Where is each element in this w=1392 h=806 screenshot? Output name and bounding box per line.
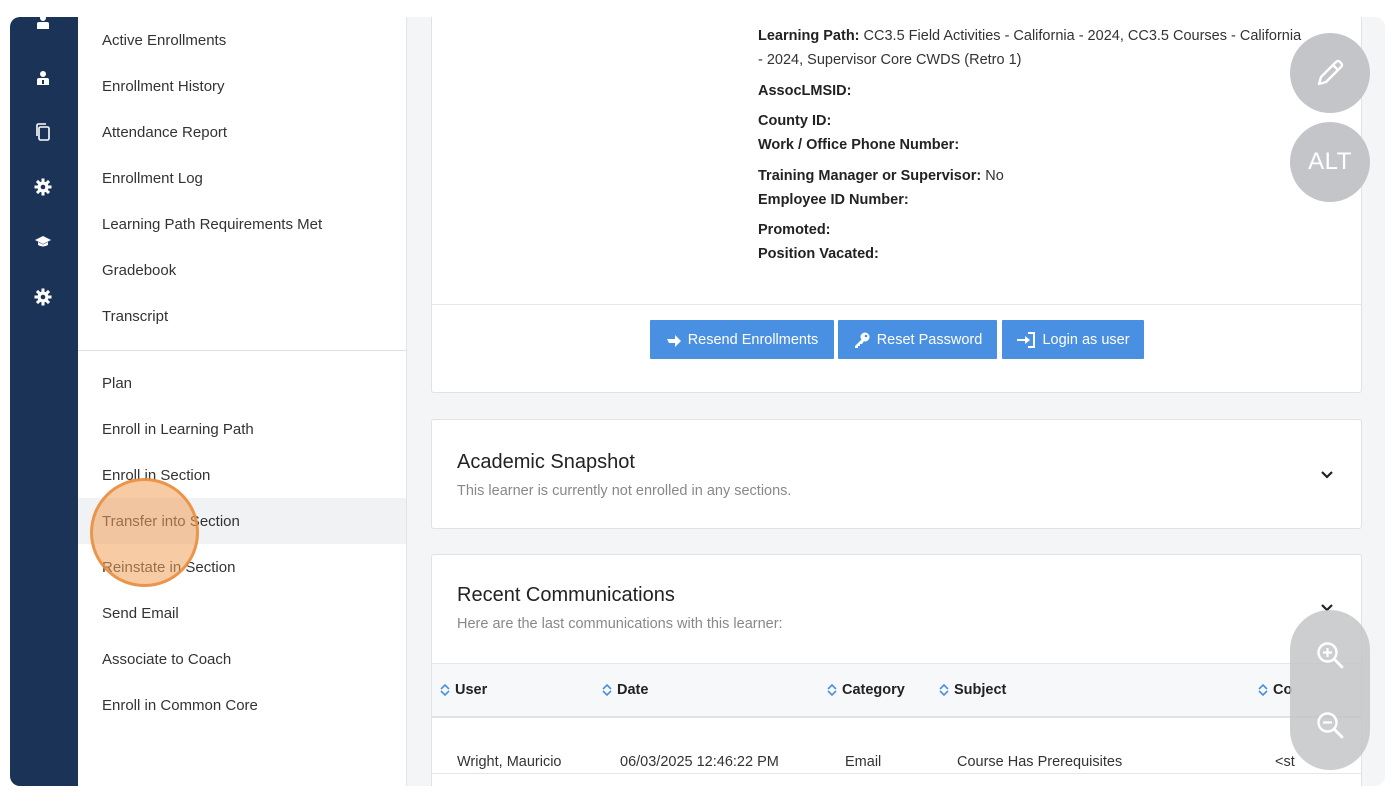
sign-in-icon xyxy=(1017,331,1036,348)
sort-icon xyxy=(827,683,837,697)
assoc-lms-id: AssocLMSID: xyxy=(758,83,852,99)
menu-item-enroll-common-core[interactable]: Enroll in Common Core xyxy=(78,682,406,728)
county-id: County ID: xyxy=(758,113,832,129)
cell-date: 06/03/2025 12:46:22 PM xyxy=(620,754,779,770)
menu-item-active-enrollments[interactable]: Active Enrollments xyxy=(78,17,406,63)
column-header-date[interactable]: Date xyxy=(601,681,648,699)
communications-subtitle: Here are the last communications with th… xyxy=(457,616,783,632)
learning-path-line: Learning Path: CC3.5 Field Activities - … xyxy=(758,28,1302,44)
zoom-in-button[interactable] xyxy=(1290,620,1370,690)
icon-rail xyxy=(10,17,78,786)
zoom-out-icon xyxy=(1317,712,1344,739)
academic-snapshot-card[interactable]: Academic Snapshot This learner is curren… xyxy=(431,419,1362,529)
snapshot-title: Academic Snapshot xyxy=(457,451,635,473)
cell-subject: Course Has Prerequisites xyxy=(957,754,1123,770)
zoom-in-icon xyxy=(1317,642,1344,669)
menu-item-enroll-section[interactable]: Enroll in Section xyxy=(78,452,406,498)
learner-profile-card: Learning Path: CC3.5 Field Activities - … xyxy=(431,17,1362,393)
training-manager: Training Manager or Supervisor: No xyxy=(758,168,1004,184)
menu-item-send-email[interactable]: Send Email xyxy=(78,590,406,636)
column-header-user[interactable]: User xyxy=(439,681,487,699)
menu-item-enroll-learning-path[interactable]: Enroll in Learning Path xyxy=(78,406,406,452)
cell-category: Email xyxy=(845,754,882,770)
menu-item-enrollment-history[interactable]: Enrollment History xyxy=(78,63,406,109)
zoom-controls xyxy=(1290,610,1370,770)
employee-id: Employee ID Number: xyxy=(758,192,909,208)
copy-icon[interactable] xyxy=(32,121,54,143)
edit-button[interactable] xyxy=(1290,33,1370,113)
sort-icon xyxy=(440,683,450,697)
sort-icon xyxy=(939,683,949,697)
graduation-cap-icon[interactable] xyxy=(32,231,54,253)
menu-item-learning-path-requirements[interactable]: Learning Path Requirements Met xyxy=(78,201,406,247)
column-header-category[interactable]: Category xyxy=(826,681,905,699)
sort-icon xyxy=(602,683,612,697)
alt-text-button[interactable]: ALT xyxy=(1290,122,1370,202)
menu-item-associate-coach[interactable]: Associate to Coach xyxy=(78,636,406,682)
zoom-out-button[interactable] xyxy=(1290,690,1370,760)
row-divider xyxy=(432,773,1361,774)
column-header-content[interactable]: Co xyxy=(1257,681,1292,699)
menu-item-plan[interactable]: Plan xyxy=(78,360,406,406)
menu-item-transfer-section[interactable]: Transfer into Section xyxy=(78,498,406,544)
pencil-icon xyxy=(1317,59,1344,86)
menu-item-transcript[interactable]: Transcript xyxy=(78,293,406,339)
menu-item-gradebook[interactable]: Gradebook xyxy=(78,247,406,293)
card-divider xyxy=(432,304,1361,305)
position-vacated: Position Vacated: xyxy=(758,246,879,262)
sort-icon xyxy=(1258,683,1268,697)
menu-item-enrollment-log[interactable]: Enrollment Log xyxy=(78,155,406,201)
recent-communications-card: Recent Communications Here are the last … xyxy=(431,554,1362,786)
menu-item-attendance-report[interactable]: Attendance Report xyxy=(78,109,406,155)
menu-item-reinstate-section[interactable]: Reinstate in Section xyxy=(78,544,406,590)
user-badge-icon[interactable] xyxy=(32,17,54,33)
promoted: Promoted: xyxy=(758,222,831,238)
gear-icon[interactable] xyxy=(32,176,54,198)
snapshot-subtitle: This learner is currently not enrolled i… xyxy=(457,483,792,499)
communications-title: Recent Communications xyxy=(457,584,675,606)
share-arrow-icon xyxy=(666,334,681,347)
key-icon xyxy=(854,332,870,348)
menu-divider xyxy=(78,350,406,351)
work-phone: Work / Office Phone Number: xyxy=(758,137,960,153)
login-as-user-button[interactable]: Login as user xyxy=(1002,320,1144,359)
gear-icon[interactable] xyxy=(32,286,54,308)
learner-actions-sidebar: Active Enrollments Enrollment History At… xyxy=(78,17,407,786)
resend-enrollments-button[interactable]: Resend Enrollments xyxy=(650,320,834,359)
reset-password-button[interactable]: Reset Password xyxy=(838,320,997,359)
app-frame: Active Enrollments Enrollment History At… xyxy=(10,17,1385,786)
chevron-down-icon[interactable] xyxy=(1320,470,1334,480)
learning-path-line-continued: - 2024, Supervisor Core CWDS (Retro 1) xyxy=(758,52,1022,68)
column-header-subject[interactable]: Subject xyxy=(938,681,1006,699)
user-badge-icon[interactable] xyxy=(32,67,54,89)
cell-user: Wright, Mauricio xyxy=(457,754,562,770)
